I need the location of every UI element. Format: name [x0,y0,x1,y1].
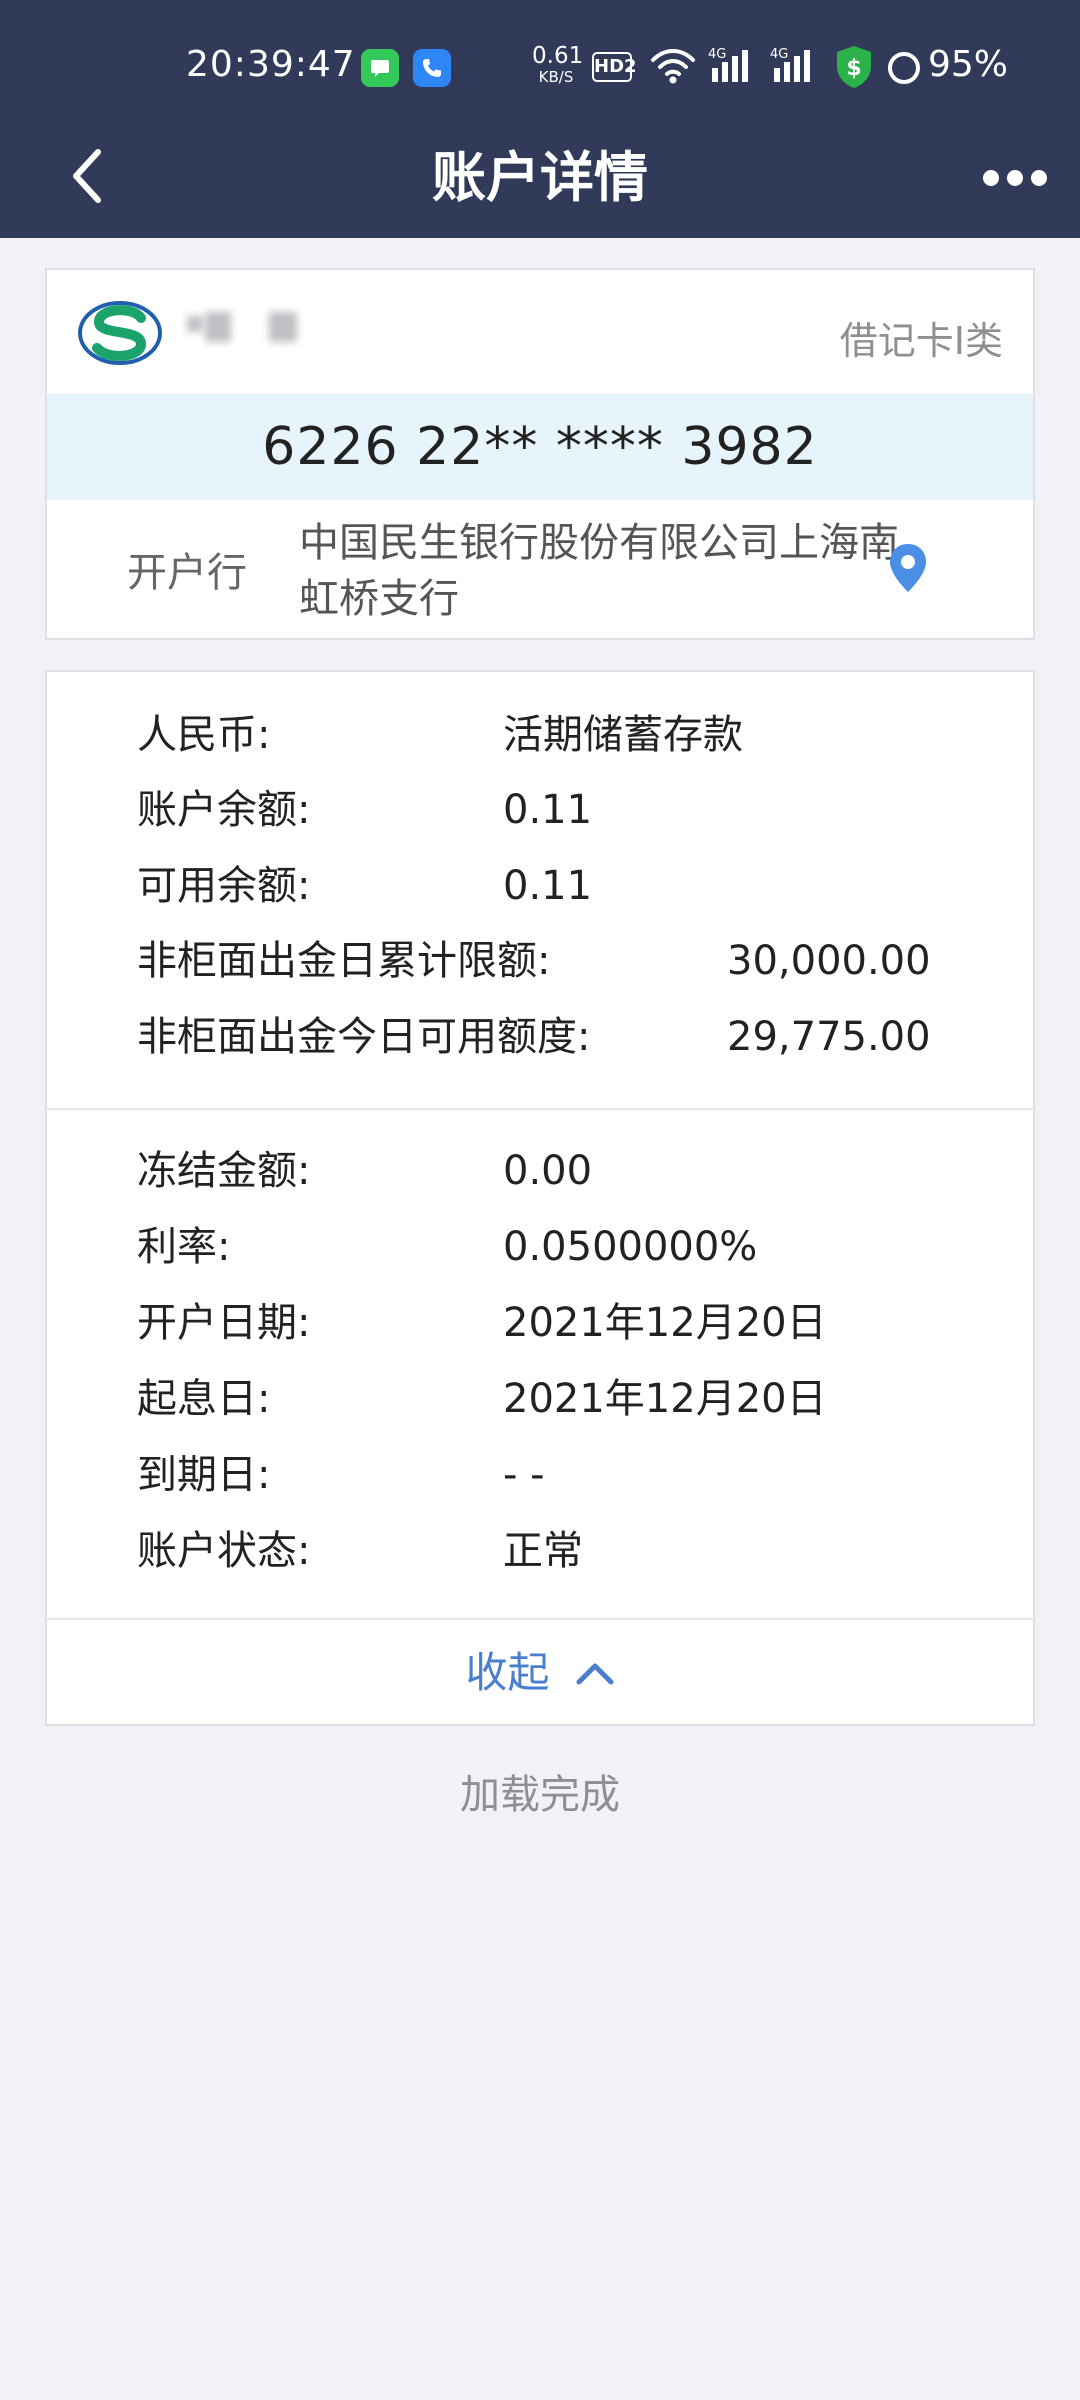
detail-value: 0.11 [503,863,593,909]
collapse-label: 收起 [465,1648,550,1697]
detail-label: 非柜面出金日累计限额: [137,938,551,984]
location-pin-icon[interactable] [887,542,929,594]
chevron-up-icon [576,1663,614,1685]
detail-value: 正常 [503,1528,583,1574]
hd-voice-badge: HD2 [592,52,637,82]
detail-label: 开户日期: [137,1300,311,1346]
collapse-button[interactable]: 收起 [47,1620,1033,1726]
detail-value: 2021年12月20日 [503,1376,827,1422]
detail-value: 0.0500000% [503,1224,758,1270]
signal-icon: 4G [708,47,748,82]
more-dots-icon [983,170,999,186]
wifi-icon [651,49,695,84]
shield-dollar-icon: $ [837,46,871,88]
detail-label: 冻结金额: [137,1148,311,1194]
detail-label: 起息日: [137,1376,271,1422]
detail-label: 账户状态: [137,1528,311,1574]
detail-label: 非柜面出金今日可用额度: [137,1014,591,1060]
detail-label: 到期日: [137,1452,271,1498]
detail-label: 账户余额: [137,787,311,833]
detail-value: 活期储蓄存款 [503,712,743,758]
signal-icon: 4G [770,47,810,82]
account-details-card: 人民币: 活期储蓄存款 账户余额: 0.11 可用余额: 0.11 非柜面出金日… [45,670,1035,1726]
detail-label: 可用余额: [137,863,311,909]
phone-app-icon [413,49,451,87]
detail-value: - - [503,1452,545,1498]
svg-text:$: $ [846,56,861,81]
status-bar: 20:39:47 0.61 KB/S HD2 4G 4G $ 95% [0,0,1080,130]
status-time: 20:39:47 [186,44,356,85]
account-card: 借记卡I类 6226 22** **** 3982 开户行 中国民生银行股份有限… [45,268,1035,640]
more-button[interactable] [975,148,1055,208]
detail-value: 29,775.00 [727,1014,931,1060]
navigation-bar: 账户详情 [0,130,1080,238]
detail-value: 2021年12月20日 [503,1300,827,1346]
page-title: 账户详情 [432,146,648,209]
branch-value: 中国民生银行股份有限公司上海南虹桥支行 [299,520,899,622]
detail-value: 0.00 [503,1148,593,1194]
message-app-icon [361,49,399,87]
account-holder-name-redacted [187,310,347,350]
svg-text:4G: 4G [708,47,726,62]
card-number-bar: 6226 22** **** 3982 [47,394,1033,500]
detail-value: 30,000.00 [727,938,931,984]
detail-label: 利率: [137,1224,231,1270]
bank-logo [78,301,162,365]
app-header: 20:39:47 0.61 KB/S HD2 4G 4G $ 95% 账户详情 [0,0,1080,238]
card-type-label: 借记卡I类 [839,319,1003,363]
load-complete-text: 加载完成 [460,1772,620,1818]
card-number: 6226 22** **** 3982 [262,417,818,477]
detail-value: 0.11 [503,787,593,833]
branch-label: 开户行 [127,550,247,596]
battery-percent: 95% [928,44,1009,85]
battery-ring-icon [888,52,920,84]
network-speed: 0.61 KB/S [532,43,584,86]
svg-text:4G: 4G [770,47,788,62]
detail-label: 人民币: [137,712,271,758]
section-divider [47,1108,1033,1110]
